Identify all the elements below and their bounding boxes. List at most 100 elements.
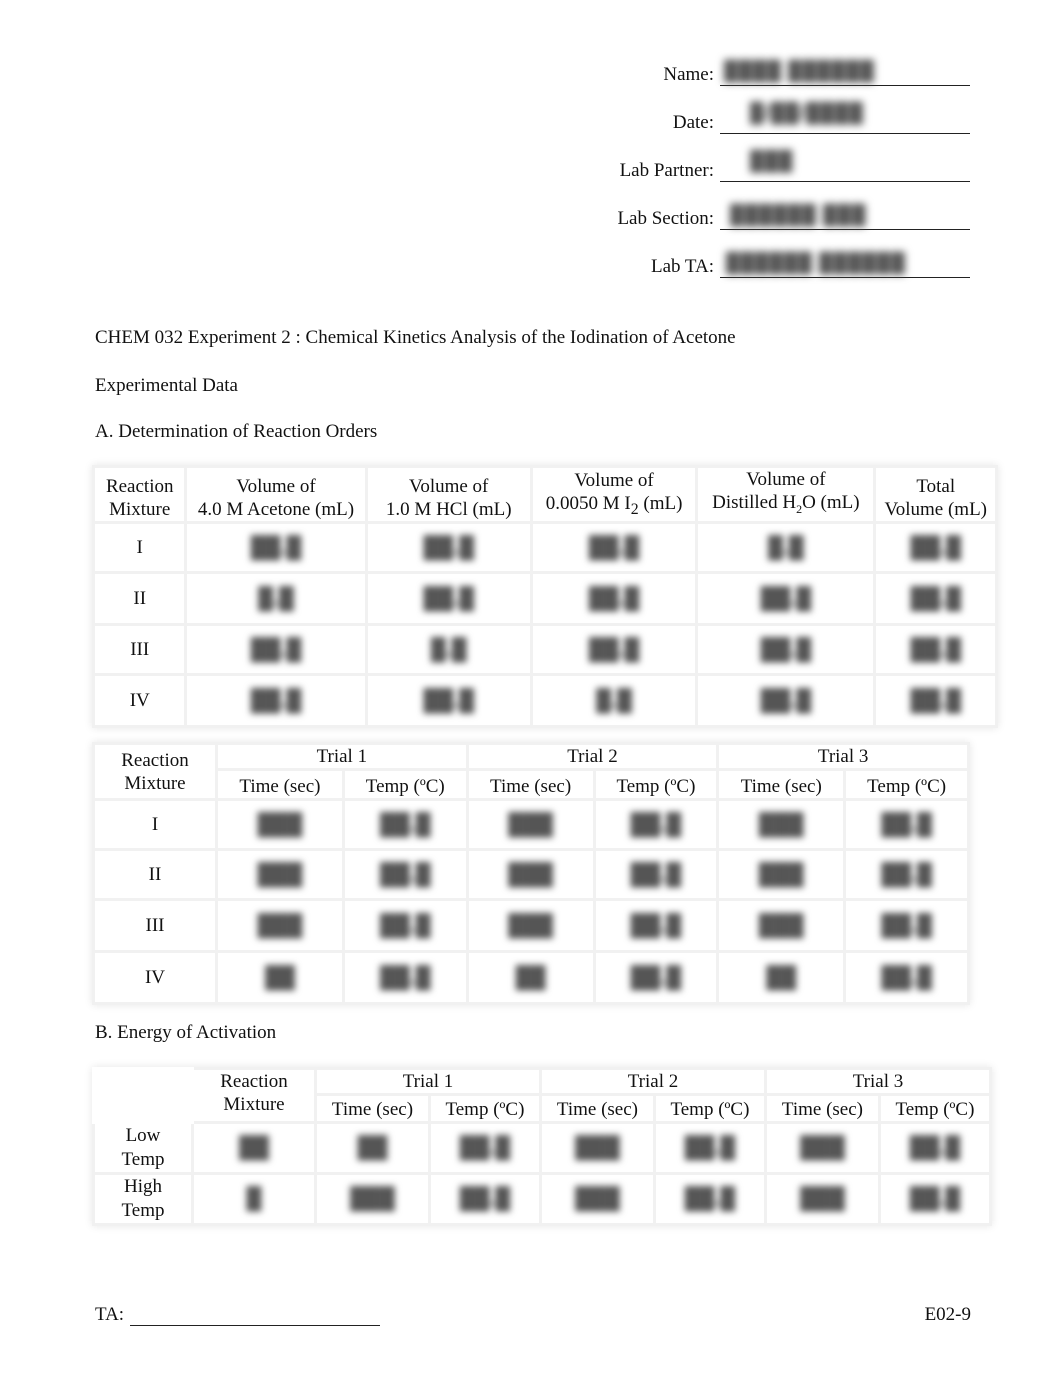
redacted-value: █ [246,1187,262,1210]
temp-cell[interactable]: ██.█ [652,1172,767,1226]
time-cell[interactable]: ███ [763,1121,881,1175]
time-cell[interactable]: ███ [465,798,596,851]
time-cell[interactable]: ███ [215,798,345,851]
redacted-value: ██.█ [630,862,682,886]
temp-cell[interactable]: ██.█ [341,848,469,901]
water-cell[interactable]: ██.█ [695,623,877,676]
temp-cell[interactable]: ██.█ [592,798,720,851]
redacted-value: ██.█ [630,913,682,937]
iodine-cell[interactable]: ██.█ [529,571,699,626]
header-temp: Temp (ºC) [877,1093,993,1124]
header-acetone-volume: Volume of 4.0 M Acetone (mL) [184,465,368,524]
redacted-value: ██.█ [380,913,431,937]
redacted-value: ██.█ [423,535,474,559]
time-cell[interactable]: ███ [465,848,596,901]
temp-cell[interactable]: ██.█ [843,898,970,953]
header-time: Time (sec) [538,1093,656,1124]
lab-ta-field[interactable]: Lab TA: ██████ ██████ [651,252,970,278]
table-row: III ██.█ █.█ ██.█ ██.█ ██.█ [91,623,998,676]
header-total-volume: Total Volume (mL) [873,465,998,524]
ta-signature-field[interactable]: TA: [95,1304,381,1326]
acetone-cell[interactable]: ██.█ [184,521,368,574]
table-row: I ███ ██.█ ███ ██.█ ███ ██.█ [92,798,970,851]
time-cell[interactable]: ███ [716,798,847,851]
header-trial-3: Trial 3 [716,742,970,771]
redacted-value: ██.█ [380,812,431,836]
lab-ta-line[interactable]: ██████ ██████ [720,253,970,278]
date-field[interactable]: Date: █/██/████ [673,103,970,134]
total-cell[interactable]: ██.█ [873,673,998,728]
temp-cell[interactable]: ██.█ [877,1172,993,1226]
name-field[interactable]: Name: ████ ██████ [663,60,970,86]
water-cell[interactable]: ██.█ [695,571,877,626]
temp-cell[interactable]: ██.█ [877,1121,993,1175]
temp-cell[interactable]: ██.█ [843,798,970,851]
acetone-cell[interactable]: ██.█ [184,673,368,728]
iodine-cell[interactable]: ██.█ [529,521,699,574]
mixture-cell[interactable]: ██ [191,1121,317,1175]
temp-cell[interactable]: ██.█ [592,848,720,901]
water-cell[interactable]: █.█ [695,521,877,574]
hcl-cell[interactable]: █.█ [364,623,533,676]
redacted-value: ███ [575,1187,620,1210]
lab-section-field[interactable]: Lab Section: ██████ ███ [617,204,970,230]
redacted-value: ███ [508,913,553,937]
time-cell[interactable]: ██ [314,1121,431,1175]
total-cell[interactable]: ██.█ [873,623,998,676]
ta-signature-line[interactable] [130,1305,381,1326]
temp-cell[interactable]: ██.█ [341,898,469,953]
time-cell[interactable]: ██ [465,950,596,1005]
temp-cell[interactable]: ██.█ [341,798,469,851]
temp-cell[interactable]: ██.█ [427,1172,542,1226]
hcl-cell[interactable]: ██.█ [364,673,533,728]
redacted-value: ██.█ [909,1187,961,1210]
section-b-heading: B. Energy of Activation [95,1022,277,1043]
header-blank [92,1067,194,1124]
header-trial-3: Trial 3 [763,1067,993,1096]
iodine-cell[interactable]: ██.█ [529,623,699,676]
time-cell[interactable]: ███ [215,898,345,953]
redacted-value: ███ [508,862,553,886]
header-time: Time (sec) [465,768,596,801]
hcl-cell[interactable]: ██.█ [364,521,533,574]
mixture-cell[interactable]: █ [191,1172,317,1226]
time-cell[interactable]: ███ [215,848,345,901]
total-cell[interactable]: ██.█ [873,571,998,626]
time-cell[interactable]: ███ [716,848,847,901]
temp-cell[interactable]: ██.█ [652,1121,767,1175]
time-cell[interactable]: ███ [465,898,596,953]
date-line[interactable]: █/██/████ [720,103,970,134]
redacted-value: █.█ [430,637,467,661]
lab-partner-field[interactable]: Lab Partner: ███ [620,151,970,182]
temp-cell[interactable]: ██.█ [843,848,970,901]
water-cell[interactable]: ██.█ [695,673,877,728]
lab-partner-line[interactable]: ███ [720,151,970,182]
hcl-cell[interactable]: ██.█ [364,571,533,626]
temp-cell[interactable]: ██.█ [843,950,970,1005]
volume-table: Reaction Mixture Volume of 4.0 M Acetone (… [91,465,998,728]
temp-cell[interactable]: ██.█ [592,950,720,1005]
temp-cell[interactable]: ██.█ [341,950,469,1005]
time-cell[interactable]: ███ [314,1172,431,1226]
temp-cell[interactable]: ██.█ [427,1121,542,1175]
iodine-cell[interactable]: █.█ [529,673,699,728]
trial-table-subheader-row: Time (sec) Temp (ºC) Time (sec) Temp (ºC… [94,768,970,801]
time-cell[interactable]: ███ [763,1172,881,1226]
redacted-value: ██.█ [423,586,474,610]
name-line[interactable]: ████ ██████ [720,61,970,86]
activation-table-header-row: Reaction Mixture Trial 1 Trial 2 Trial 3 [92,1067,993,1124]
total-cell[interactable]: ██.█ [873,521,998,574]
time-cell[interactable]: ███ [538,1121,656,1175]
acetone-cell[interactable]: █.█ [184,571,368,626]
time-cell[interactable]: ██ [716,950,847,1005]
redacted-value: ███ [758,812,804,836]
row-label-low-temp: Low Temp [92,1121,194,1175]
time-cell[interactable]: ██ [215,950,345,1005]
lab-section-line[interactable]: ██████ ███ [720,205,970,230]
acetone-cell[interactable]: ██.█ [184,623,368,676]
time-cell[interactable]: ███ [538,1172,656,1226]
time-cell[interactable]: ███ [716,898,847,953]
temp-cell[interactable]: ██.█ [592,898,720,953]
header-temp: Temp (ºC) [341,768,469,801]
header-trial-2: Trial 2 [538,1067,767,1096]
